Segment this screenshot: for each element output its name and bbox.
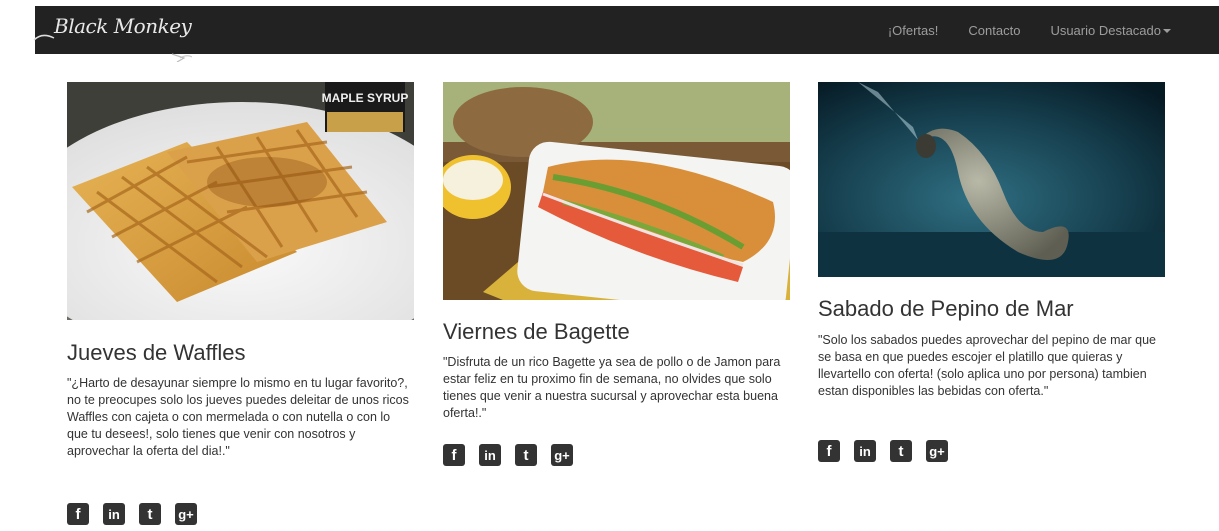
facebook-icon[interactable]: f bbox=[443, 444, 465, 466]
google-plus-icon[interactable]: g+ bbox=[551, 444, 573, 466]
maple-syrup-label: MAPLE SYRUP bbox=[322, 91, 409, 105]
card-description: "Solo los sabados puedes aprovechar del … bbox=[818, 333, 1157, 398]
nav-ofertas-link[interactable]: ¡Ofertas! bbox=[888, 23, 939, 38]
linkedin-icon[interactable]: in bbox=[103, 503, 125, 525]
twitter-icon[interactable]: t bbox=[139, 503, 161, 525]
twitter-icon[interactable]: t bbox=[515, 444, 537, 466]
bagette-image bbox=[443, 82, 790, 300]
facebook-icon[interactable]: f bbox=[67, 503, 89, 525]
linkedin-icon[interactable]: in bbox=[479, 444, 501, 466]
brand-name: Black Monkey bbox=[54, 14, 192, 38]
social-icons: f in t g+ bbox=[67, 503, 197, 525]
caret-down-icon bbox=[1163, 29, 1171, 34]
waffles-image: MAPLE SYRUP bbox=[67, 82, 414, 320]
card-title: Sabado de Pepino de Mar bbox=[818, 296, 1074, 321]
promo-card-waffles: MAPLE SYRUP Jueves de Waffles "¿Harto de… bbox=[67, 82, 414, 531]
card-title: Viernes de Bagette bbox=[443, 319, 630, 344]
linkedin-icon[interactable]: in bbox=[854, 440, 876, 462]
promo-card-bagette: Viernes de Bagette "Disfruta de un rico … bbox=[443, 82, 790, 482]
google-plus-icon[interactable]: g+ bbox=[926, 440, 948, 462]
card-title: Jueves de Waffles bbox=[67, 340, 246, 365]
google-plus-icon[interactable]: g+ bbox=[175, 503, 197, 525]
social-icons: f in t g+ bbox=[818, 440, 948, 462]
twitter-icon[interactable]: t bbox=[890, 440, 912, 462]
nav-contacto-link[interactable]: Contacto bbox=[968, 23, 1020, 38]
nav-usuario-label: Usuario Destacado bbox=[1050, 22, 1161, 38]
facebook-icon[interactable]: f bbox=[818, 440, 840, 462]
card-description: "Disfruta de un rico Bagette ya sea de p… bbox=[443, 355, 781, 420]
card-description: "¿Harto de desayunar siempre lo mismo en… bbox=[67, 376, 409, 458]
navbar: ¡Ofertas! Contacto Usuario Destacado bbox=[35, 6, 1219, 54]
nav-usuario-destacado-dropdown[interactable]: Usuario Destacado bbox=[1050, 23, 1171, 38]
nav-menu: ¡Ofertas! Contacto Usuario Destacado bbox=[858, 6, 1171, 54]
brand-logo[interactable]: Black Monkey bbox=[32, 12, 192, 62]
sea-cucumber-image bbox=[818, 82, 1165, 277]
social-icons: f in t g+ bbox=[443, 444, 573, 466]
promo-card-pepino: Sabado de Pepino de Mar "Solo los sabado… bbox=[818, 82, 1165, 472]
